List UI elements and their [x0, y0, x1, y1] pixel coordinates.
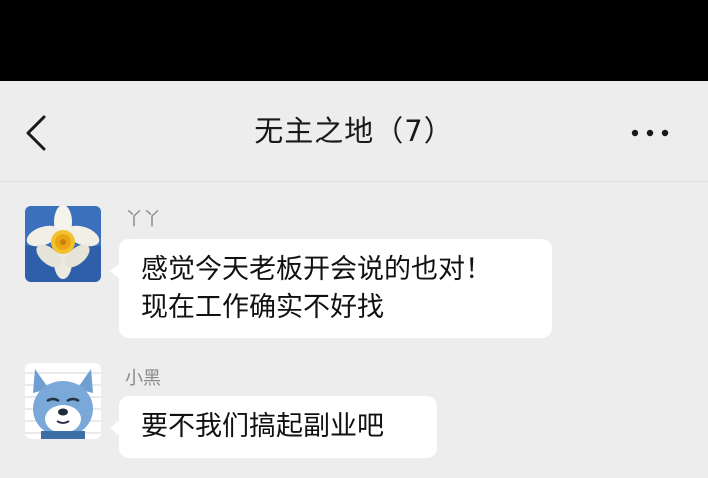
sender-name: 小黑 [125, 368, 161, 389]
more-dots-icon [631, 129, 669, 137]
message-text: 现在工作确实不好找 [141, 292, 384, 323]
message-bubble[interactable]: 感觉今天老板开会说的也对！ 现在工作确实不好找 [110, 239, 552, 338]
status-bar [0, 0, 708, 81]
avatar[interactable] [25, 363, 101, 439]
sender-name: 丫丫 [125, 209, 161, 230]
more-button[interactable] [630, 121, 670, 145]
daffodil-avatar [25, 206, 101, 282]
message-text: 感觉今天老板开会说的也对！ [141, 254, 492, 285]
shiba-dog-avatar [25, 363, 101, 439]
message-bubble[interactable]: 要不我们搞起副业吧 [110, 396, 437, 458]
chat-header: 无主之地（7） [0, 81, 708, 182]
chat-title: 无主之地（7） [254, 114, 454, 148]
message-list: 丫丫 感觉今天老板开会说的也对！ 现在工作确实不好找 小黑 要不我们搞起副业吧 [0, 182, 708, 478]
avatar[interactable] [25, 206, 101, 282]
message-text: 要不我们搞起副业吧 [141, 411, 384, 442]
